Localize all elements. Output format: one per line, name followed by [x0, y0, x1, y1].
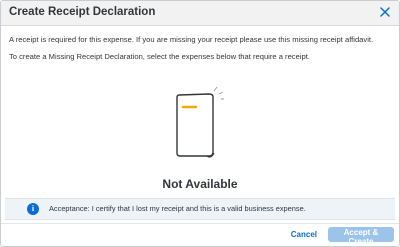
close-icon[interactable]: [377, 4, 393, 20]
create-receipt-declaration-dialog: Create Receipt Declaration A receipt is …: [0, 0, 400, 247]
info-icon: i: [27, 203, 39, 215]
dialog-footer: Cancel Accept & Create: [1, 223, 399, 246]
document-illustration-icon: [169, 81, 233, 163]
dialog-title: Create Receipt Declaration: [9, 6, 156, 18]
dialog-header: Create Receipt Declaration: [1, 1, 399, 26]
cancel-button[interactable]: Cancel: [291, 230, 317, 239]
acknowledgement-text: Acceptance: I certify that I lost my rec…: [49, 204, 306, 213]
accept-and-create-button[interactable]: Accept & Create: [328, 227, 394, 246]
empty-state-text: Not Available: [162, 177, 238, 191]
intro-text: A receipt is required for this expense. …: [9, 35, 374, 44]
instruction-text: To create a Missing Receipt Declaration,…: [9, 52, 310, 61]
acknowledgement-message: i Acceptance: I certify that I lost my r…: [5, 198, 395, 220]
